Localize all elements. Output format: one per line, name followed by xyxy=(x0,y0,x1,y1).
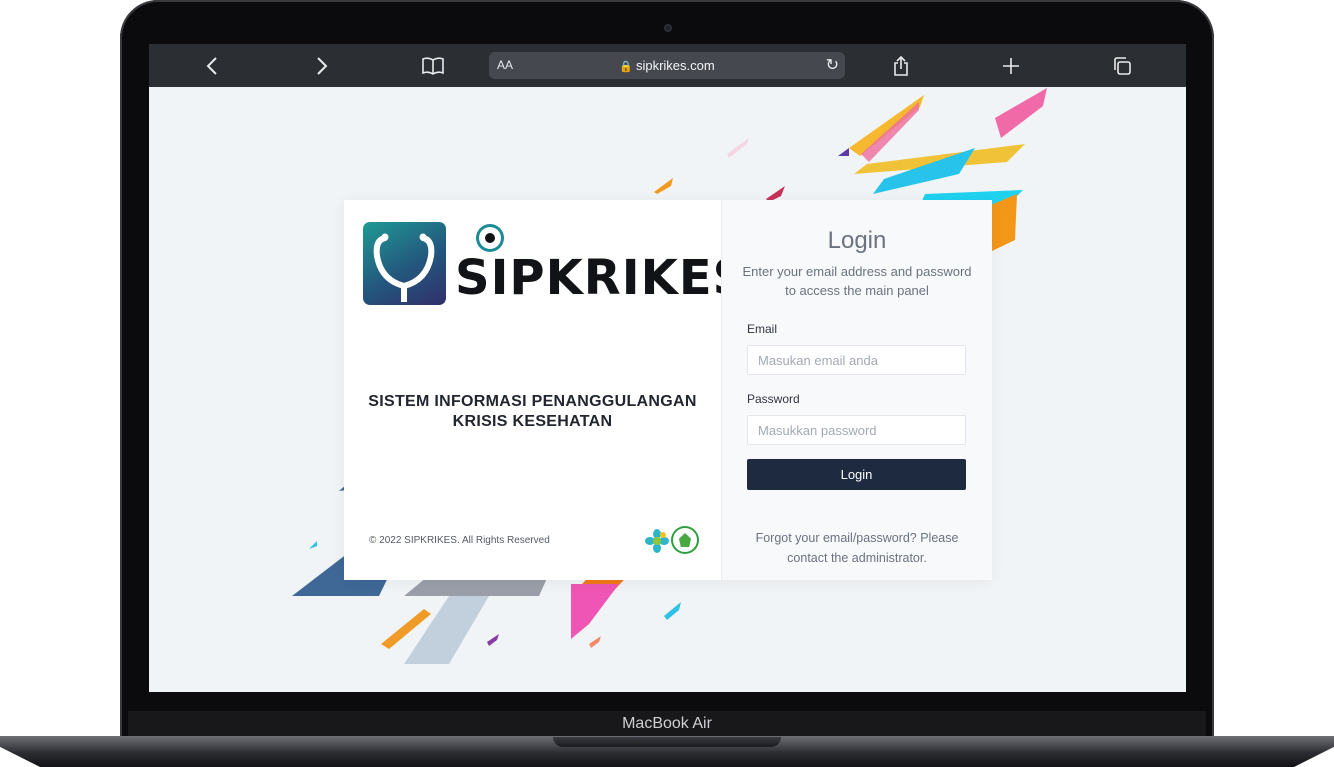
brand-name: SIPKRIKES xyxy=(455,250,749,306)
plus-icon[interactable] xyxy=(998,53,1024,79)
laptop-notch xyxy=(553,737,781,747)
deco-shape xyxy=(654,178,673,194)
deco-shape xyxy=(309,541,317,549)
stethoscope-logo-icon xyxy=(363,222,446,305)
book-icon[interactable] xyxy=(420,53,446,79)
laptop-mockup: AA 🔒 sipkrikes.com ↻ SIPKRIKES SISTEM IN… xyxy=(0,0,1334,767)
login-description: Enter your email address and password to… xyxy=(742,264,972,298)
forgot-password-text: Forgot your email/password? Please conta… xyxy=(755,531,959,565)
copyright-text: © 2022 SIPKRIKES. All Rights Reserved xyxy=(369,535,550,546)
deco-shape xyxy=(849,95,924,156)
tabs-icon[interactable] xyxy=(1109,53,1135,79)
deco-shape xyxy=(664,602,681,620)
camera xyxy=(664,24,672,32)
login-panel: Login Enter your email address and passw… xyxy=(721,200,992,580)
login-card: SIPKRIKES SISTEM INFORMASI PENANGGULANGA… xyxy=(344,200,992,580)
deco-shape xyxy=(571,584,619,639)
browser-toolbar: AA 🔒 sipkrikes.com ↻ xyxy=(149,44,1186,87)
subtitle-line-1: SISTEM INFORMASI PENANGGULANGAN xyxy=(368,393,697,410)
lock-icon: 🔒 xyxy=(619,61,633,73)
address-bar[interactable]: AA 🔒 sipkrikes.com ↻ xyxy=(489,52,845,79)
browser-screen: AA 🔒 sipkrikes.com ↻ SIPKRIKES SISTEM IN… xyxy=(149,44,1186,692)
deco-shape xyxy=(838,148,849,156)
email-label: Email xyxy=(747,322,778,336)
chevron-right-icon[interactable] xyxy=(309,53,335,79)
deco-shape xyxy=(487,634,499,646)
deco-shape xyxy=(404,596,489,664)
email-field[interactable] xyxy=(747,345,966,375)
deco-shape xyxy=(995,88,1047,138)
reload-icon[interactable]: ↻ xyxy=(826,55,839,75)
brand-subtitle: SISTEM INFORMASI PENANGGULANGAN KRISIS K… xyxy=(344,392,721,432)
kemenkes-logo-icon xyxy=(645,529,669,553)
brand-panel: SIPKRIKES SISTEM INFORMASI PENANGGULANGA… xyxy=(344,200,747,580)
chevron-left-icon[interactable] xyxy=(199,53,225,79)
url-text: sipkrikes.com xyxy=(635,58,715,73)
password-label: Password xyxy=(747,392,800,406)
province-emblem-icon xyxy=(673,528,697,552)
deco-shape xyxy=(589,636,601,648)
deco-shape xyxy=(727,138,749,158)
login-button[interactable]: Login xyxy=(747,459,966,490)
deco-shape xyxy=(861,102,919,162)
url-display[interactable]: 🔒 sipkrikes.com xyxy=(489,58,845,73)
subtitle-line-2: KRISIS KESEHATAN xyxy=(452,413,613,430)
share-icon[interactable] xyxy=(888,53,914,79)
password-field[interactable] xyxy=(747,415,966,445)
login-title: Login xyxy=(827,227,887,254)
device-model-label: MacBook Air xyxy=(622,715,712,732)
brand-dot-icon xyxy=(479,227,501,249)
